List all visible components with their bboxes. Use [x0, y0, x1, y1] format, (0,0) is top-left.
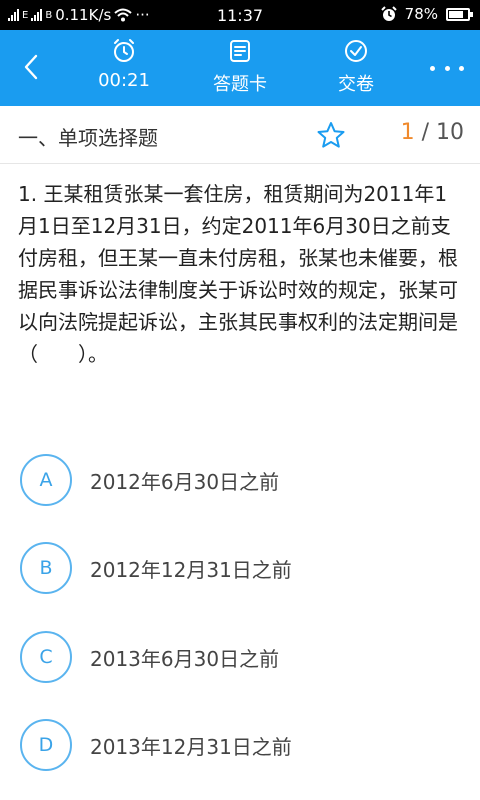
option-a[interactable]: A 2012年6月30日之前	[20, 454, 460, 506]
option-d[interactable]: D 2013年12月31日之前	[20, 719, 460, 771]
back-button[interactable]	[16, 52, 46, 82]
option-text: 2013年6月30日之前	[90, 646, 280, 671]
exam-header: 00:21 答题卡 交卷	[0, 30, 480, 106]
back-arrow-icon	[24, 54, 38, 80]
option-c[interactable]: C 2013年6月30日之前	[20, 631, 460, 683]
battery-icon	[446, 7, 473, 21]
option-letter: D	[20, 719, 72, 771]
star-icon[interactable]	[316, 120, 346, 150]
current-page: 1	[400, 120, 415, 145]
more-icon[interactable]	[430, 58, 464, 78]
option-letter: B	[20, 542, 72, 594]
section-bar: 一、单项选择题 1 / 10	[0, 106, 480, 164]
option-letter: A	[20, 454, 72, 506]
battery-fill	[449, 10, 464, 18]
timer-label: 00:21	[98, 70, 150, 91]
section-title: 一、单项选择题	[18, 126, 158, 150]
answer-card-icon	[230, 40, 250, 62]
option-b[interactable]: B 2012年12月31日之前	[20, 542, 460, 594]
submit-button[interactable]: 交卷	[306, 38, 406, 96]
question-text: 1. 王某租赁张某一套住房，租赁期间为2011年1月1日至12月31日，约定20…	[18, 182, 458, 366]
answer-card-button[interactable]: 答题卡	[190, 38, 290, 96]
option-text: 2012年6月30日之前	[90, 469, 280, 494]
option-text: 2012年12月31日之前	[90, 557, 292, 582]
answer-card-label: 答题卡	[213, 74, 267, 95]
option-text: 2013年12月31日之前	[90, 734, 292, 759]
submit-label: 交卷	[338, 74, 374, 95]
total-pages: 10	[436, 120, 464, 145]
status-bar: E B 0.11K/s ··· 11:37 78%	[0, 0, 480, 30]
timer-item[interactable]: 00:21	[74, 38, 174, 91]
battery-percent: 78%	[404, 5, 438, 23]
check-circle-icon	[345, 40, 367, 62]
alarm-icon	[380, 6, 397, 21]
status-right: 78%	[380, 5, 473, 23]
page-separator: /	[421, 120, 429, 145]
option-letter: C	[20, 631, 72, 683]
question-pager: 1 / 10	[401, 120, 464, 145]
alarm-clock-icon	[114, 39, 134, 62]
